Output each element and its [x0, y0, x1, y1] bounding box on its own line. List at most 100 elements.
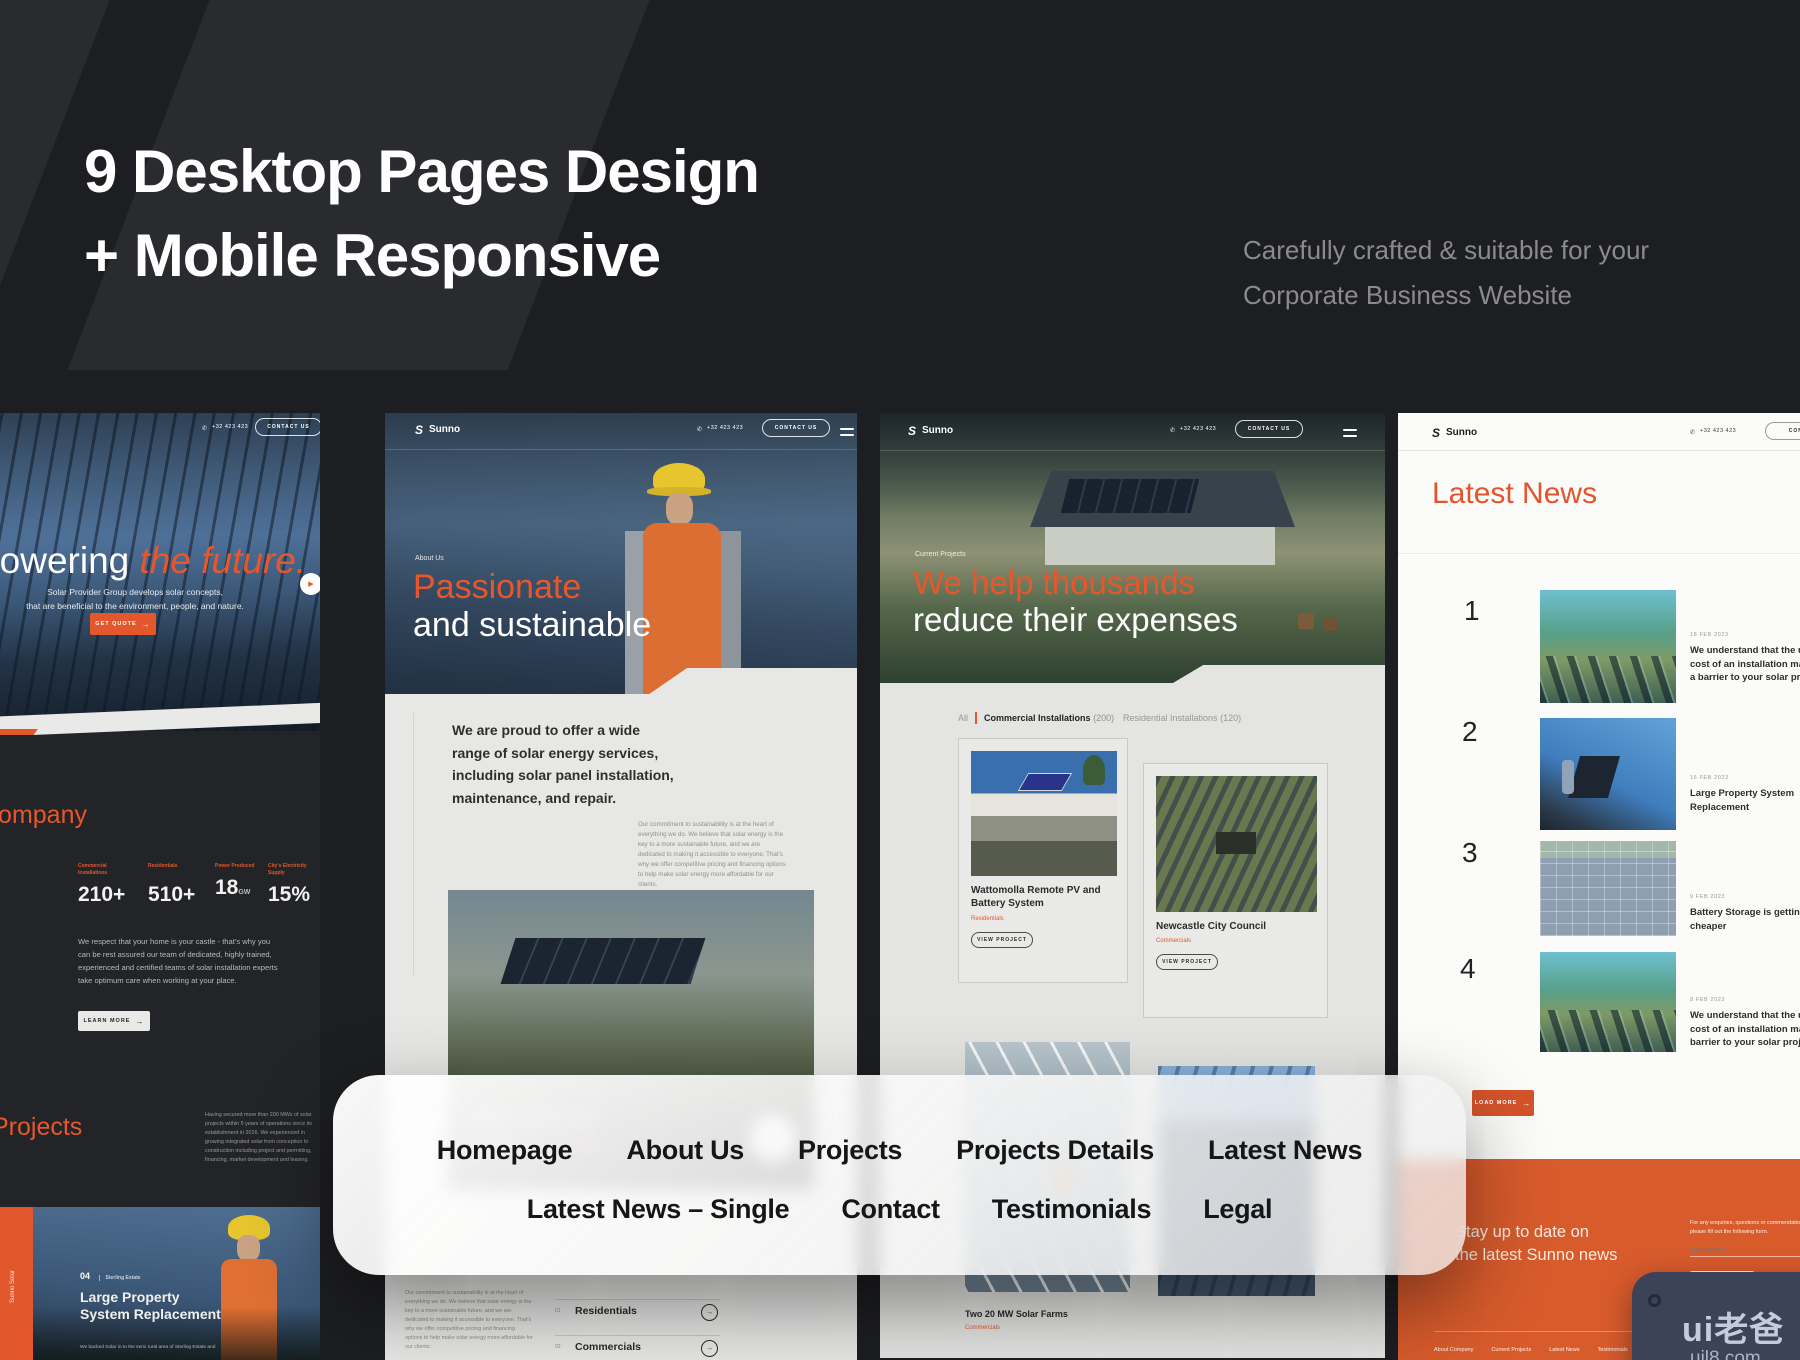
news-item-date: 16 FEB 2023 — [1690, 775, 1729, 781]
about-hero-title-rest: and sustainable — [413, 606, 651, 645]
feature-accent-bar: Sunno Solar — [0, 1207, 33, 1360]
arrow-right-icon: → — [706, 1309, 713, 1316]
stat-label: Residentials — [148, 863, 194, 870]
menu-icon[interactable] — [1343, 429, 1357, 437]
page-subtitle: Carefully crafted & suitable for your Co… — [1243, 228, 1649, 318]
photo-shape — [1083, 755, 1105, 785]
phone-number[interactable]: +32 423 423 — [707, 425, 743, 431]
brand-name[interactable]: Sunno — [1446, 427, 1477, 438]
news-item-title[interactable]: We understand that the upcost of an inst… — [1690, 1009, 1800, 1050]
glass-nav-overlay: Homepage About Us Projects Projects Deta… — [333, 1075, 1466, 1275]
section-divider — [1398, 553, 1800, 554]
play-video-button[interactable]: ▶ — [300, 573, 320, 595]
stat-unit: GW — [238, 889, 250, 896]
arrow-circle-button[interactable]: → — [701, 1340, 718, 1357]
service-row[interactable]: 01 Residentials → — [555, 1299, 720, 1300]
contact-us-button[interactable]: CONTACT US — [762, 419, 830, 437]
news-item-date: 8 FEB 2023 — [1690, 997, 1725, 1003]
footer-link[interactable]: Current Projects — [1491, 1347, 1531, 1353]
design-showcase-canvas: { "header": { "title_line1": "9 Desktop … — [0, 0, 1800, 1360]
phone-number[interactable]: +32 423 423 — [1700, 428, 1736, 434]
phone-number[interactable]: +32 423 423 — [212, 424, 248, 430]
menu-icon[interactable] — [840, 428, 854, 436]
overlay-link-projects-details[interactable]: Projects Details — [956, 1135, 1154, 1166]
photo-shape — [1045, 527, 1275, 565]
ring-icon — [1648, 1294, 1661, 1307]
view-project-button[interactable]: VIEW PROJECT — [1156, 954, 1218, 970]
overlay-link-about-us[interactable]: About Us — [626, 1135, 744, 1166]
contact-us-button[interactable]: CONTACT US — [1235, 420, 1303, 438]
filter-residential[interactable]: Residential Installations (120) — [1123, 713, 1241, 723]
page-title-line1: 9 Desktop Pages Design — [84, 130, 759, 214]
project-card-title: Two 20 MW Solar Farms — [965, 1309, 1068, 1319]
preview-homepage[interactable]: ✆ +32 423 423 CONTACT US Powering the fu… — [0, 413, 320, 1360]
view-project-label: VIEW PROJECT — [977, 937, 1027, 943]
overlay-link-latest-news[interactable]: Latest News — [1208, 1135, 1362, 1166]
about-hero-title-accent: Passionate — [413, 568, 581, 607]
service-label: Residentials — [575, 1305, 637, 1317]
footer-link[interactable]: Latest News — [1549, 1347, 1579, 1353]
hero-title-start: Powering — [0, 540, 140, 581]
view-project-button[interactable]: VIEW PROJECT — [971, 932, 1033, 948]
arrow-right-icon: → — [706, 1345, 713, 1352]
learn-more-label: LEARN MORE — [84, 1018, 131, 1024]
news-item-title[interactable]: Battery Storage is gettingcheaper — [1690, 906, 1800, 933]
contact-us-label: CONTACT US — [267, 424, 309, 430]
load-more-button[interactable]: LOAD MORE → — [1472, 1090, 1534, 1116]
filter-commercial[interactable]: Commercial Installations (200) — [984, 713, 1114, 723]
sunno-logo-icon: S — [1432, 426, 1440, 440]
news-item-number: 2 — [1462, 716, 1478, 748]
about-footnote-text: Our commitment to sustainability is at t… — [405, 1289, 533, 1352]
news-item-number: 3 — [1462, 837, 1478, 869]
overlay-link-contact[interactable]: Contact — [841, 1194, 939, 1225]
get-quote-button[interactable]: GET QUOTE → — [90, 613, 156, 635]
hero-subtitle-line2: that are beneficial to the environment, … — [0, 599, 320, 613]
overlay-link-legal[interactable]: Legal — [1203, 1194, 1272, 1225]
arrow-circle-button[interactable]: → — [701, 1304, 718, 1321]
overlay-link-latest-news-single[interactable]: Latest News – Single — [527, 1194, 790, 1225]
project-card-tag: Residentials — [971, 916, 1004, 922]
brand-name[interactable]: Sunno — [922, 425, 953, 436]
news-item-photo[interactable] — [1540, 590, 1676, 703]
stat-value: 210+ — [78, 883, 142, 907]
company-body-text: We respect that your home is your castle… — [78, 935, 282, 987]
brand-name[interactable]: Sunno — [429, 424, 460, 435]
photo-shape — [1061, 479, 1199, 513]
overlay-nav-row1: Homepage About Us Projects Projects Deta… — [437, 1135, 1362, 1166]
phone-icon: ✆ — [697, 426, 702, 433]
project-card[interactable]: Newcastle City Council Commercials VIEW … — [1143, 763, 1328, 1018]
filter-all[interactable]: All — [958, 713, 968, 723]
feature-index: 04 Sterling Estate — [80, 1271, 141, 1281]
overlay-link-testimonials[interactable]: Testimonials — [992, 1194, 1151, 1225]
stat-value: 15% — [268, 883, 320, 907]
about-intro-text: We are proud to offer a wide range of so… — [452, 719, 674, 809]
phone-number[interactable]: +32 423 423 — [1180, 426, 1216, 432]
service-row[interactable]: 02 Commercials → — [555, 1335, 720, 1336]
newsletter-note: For any enquiries, questions or commenda… — [1690, 1219, 1800, 1236]
company-stat: Power Produced 18GW — [215, 863, 265, 900]
project-card-tag: Commercials — [965, 1325, 1000, 1331]
news-item-photo[interactable] — [1540, 952, 1676, 1052]
news-item-number: 4 — [1460, 953, 1476, 985]
learn-more-button[interactable]: LEARN MORE → — [78, 1011, 150, 1031]
contact-us-button[interactable]: CONTACT US — [255, 418, 320, 436]
news-item-title[interactable]: We understand that the upcost of an inst… — [1690, 644, 1800, 685]
latest-news-heading: Latest News — [1432, 477, 1597, 511]
news-item-title[interactable]: Large Property SystemReplacement — [1690, 787, 1794, 814]
news-item-date: 18 FEB 2023 — [1690, 632, 1729, 638]
footer-link[interactable]: Testimonials — [1597, 1347, 1627, 1353]
contact-us-button[interactable]: CONTACT US — [1765, 422, 1800, 440]
hero-title-accent: the future. — [140, 540, 307, 581]
phone-icon: ✆ — [1170, 427, 1175, 434]
project-card[interactable]: Wattomolla Remote PV and Battery System … — [958, 738, 1128, 983]
email-field[interactable] — [1690, 1243, 1800, 1257]
nav-divider — [880, 450, 1385, 451]
service-label: Commercials — [575, 1341, 641, 1353]
footer-link[interactable]: About Company — [1434, 1347, 1473, 1353]
feature-photo[interactable]: 04 Sterling Estate Large Property System… — [33, 1207, 320, 1360]
overlay-link-homepage[interactable]: Homepage — [437, 1135, 573, 1166]
news-item-photo[interactable] — [1540, 841, 1676, 936]
contact-us-label: CONTACT US — [1248, 426, 1290, 432]
news-item-photo[interactable] — [1540, 718, 1676, 830]
overlay-link-projects[interactable]: Projects — [798, 1135, 902, 1166]
